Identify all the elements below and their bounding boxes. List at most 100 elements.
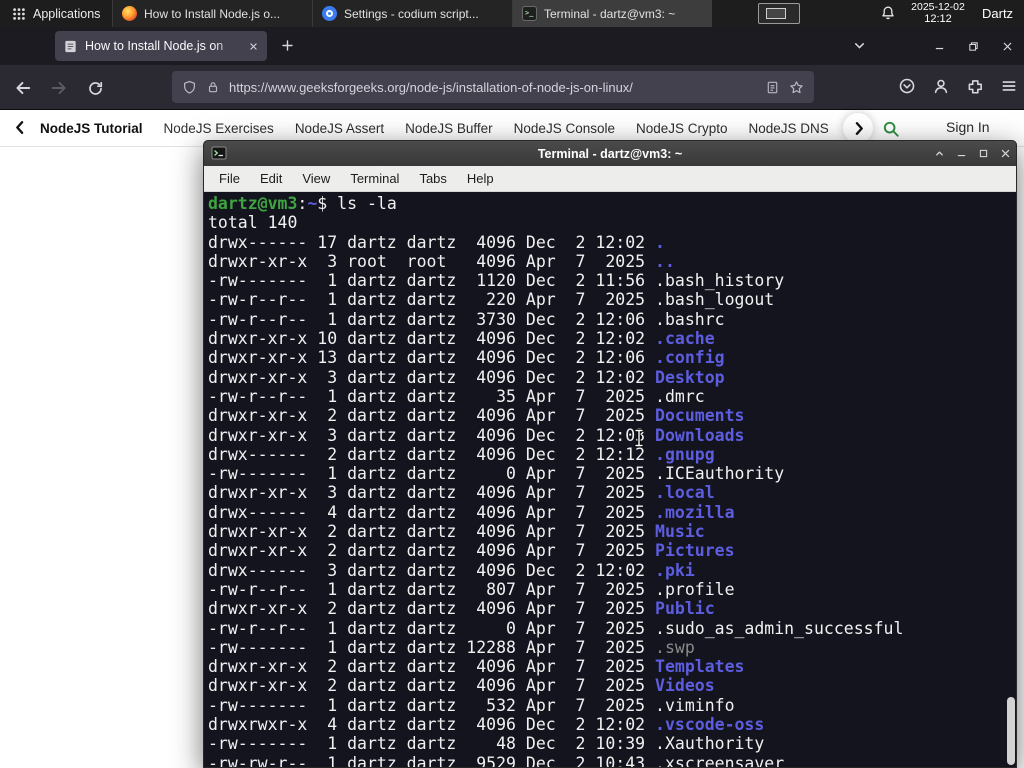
file-meta: -rw------- 1 dartz dartz 0 Apr 7 2025 <box>208 464 656 484</box>
site-nav-item[interactable]: NodeJS Buffer <box>405 121 493 136</box>
clock-date: 2025-12-02 <box>911 1 965 13</box>
terminal-titlebar[interactable]: Terminal - dartz@vm3: ~ <box>204 141 1016 166</box>
shield-icon[interactable] <box>182 80 197 95</box>
browser-tab[interactable]: How to Install Node.js on <box>55 31 267 61</box>
site-nav-item[interactable]: NodeJS Console <box>514 121 615 136</box>
file-name: . <box>655 232 665 252</box>
nav-scroll-right-icon[interactable] <box>843 113 873 143</box>
url-text[interactable]: https://www.geeksforgeeks.org/node-js/in… <box>229 80 756 95</box>
file-name: Pictures <box>655 541 735 561</box>
prompt-separator: : <box>297 194 308 213</box>
file-meta: -rw-r--r-- 1 dartz dartz 35 Apr 7 2025 <box>208 386 656 406</box>
prompt-user-host: dartz@vm3 <box>208 194 298 213</box>
file-meta: drwxr-xr-x 2 dartz dartz 4096 Apr 7 2025 <box>208 676 656 696</box>
terminal-output-line: -rw-r--r-- 1 dartz dartz 35 Apr 7 2025 .… <box>208 387 1016 406</box>
navigation-toolbar: https://www.geeksforgeeks.org/node-js/in… <box>0 65 1024 110</box>
taskbar: Applications How to Install Node.js o...… <box>0 0 1024 27</box>
terminal-prompt-line: dartz@vm3:~$ ls -la <box>208 194 1016 213</box>
notifications-bell-icon[interactable] <box>880 5 896 21</box>
terminal-output-line: -rw-rw-r-- 1 dartz dartz 9529 Dec 2 10:4… <box>208 754 1016 767</box>
workspace-switcher[interactable] <box>758 3 800 24</box>
user-menu[interactable]: Dartz <box>982 0 1013 27</box>
applications-label: Applications <box>33 6 101 21</box>
reader-view-icon[interactable] <box>765 80 780 95</box>
taskbar-window-button[interactable]: Terminal - dartz@vm3: ~ <box>512 0 712 27</box>
tab-close-icon[interactable] <box>248 41 259 52</box>
terminal-maximize-button[interactable] <box>978 148 989 159</box>
tab-favicon-icon <box>63 39 78 54</box>
terminal-menu-item[interactable]: Edit <box>250 166 292 192</box>
terminal-window-controls <box>934 141 1011 166</box>
reload-button[interactable] <box>80 73 110 103</box>
site-nav-item[interactable]: NodeJS Crypto <box>636 121 728 136</box>
forward-button[interactable] <box>44 73 74 103</box>
site-nav-item[interactable]: NodeJS DNS <box>749 121 829 136</box>
terminal-scrollbar[interactable] <box>1006 192 1016 767</box>
terminal-window-title: Terminal - dartz@vm3: ~ <box>537 146 683 161</box>
terminal-shade-button[interactable] <box>934 148 945 159</box>
site-nav-item[interactable]: NodeJS Exercises <box>164 121 274 136</box>
terminal-output-line: drwxr-xr-x 3 dartz dartz 4096 Apr 7 2025… <box>208 483 1016 502</box>
terminal-menu-item[interactable]: File <box>209 166 250 192</box>
back-button[interactable] <box>8 73 38 103</box>
file-meta: -rw-r--r-- 1 dartz dartz 3730 Dec 2 12:0… <box>208 309 656 329</box>
terminal-close-button[interactable] <box>1000 148 1011 159</box>
app-icon <box>322 6 337 21</box>
nav-scroll-left-icon[interactable] <box>12 119 29 136</box>
account-icon[interactable] <box>932 77 950 95</box>
window-restore-button[interactable] <box>956 27 990 65</box>
clock[interactable]: 2025-12-02 12:12 <box>906 1 970 25</box>
terminal-output-line: -rw-r--r-- 1 dartz dartz 807 Apr 7 2025 … <box>208 580 1016 599</box>
terminal-menu-item[interactable]: Help <box>457 166 504 192</box>
file-meta: -rw------- 1 dartz dartz 48 Dec 2 10:39 <box>208 734 656 754</box>
new-tab-button[interactable] <box>280 38 295 53</box>
applications-menu-button[interactable]: Applications <box>0 0 112 27</box>
terminal-menu-item[interactable]: View <box>292 166 340 192</box>
window-minimize-button[interactable] <box>922 27 956 65</box>
tab-bar: How to Install Node.js on <box>0 27 1024 65</box>
taskbar-window-button[interactable]: Settings - codium script... <box>312 0 512 27</box>
search-icon[interactable] <box>882 120 900 138</box>
lock-icon[interactable] <box>206 80 220 94</box>
browser-window-controls <box>922 27 1024 65</box>
file-name: Music <box>655 522 705 542</box>
terminal-output[interactable]: dartz@vm3:~$ ls -la total 140 drwx------… <box>204 192 1016 767</box>
tab-title: How to Install Node.js on <box>85 39 224 53</box>
sign-in-link[interactable]: Sign In <box>946 119 990 135</box>
terminal-output-line: drwxr-xr-x 3 dartz dartz 4096 Dec 2 12:0… <box>208 368 1016 387</box>
terminal-output-line: drwxr-xr-x 2 dartz dartz 4096 Apr 7 2025… <box>208 541 1016 560</box>
desktop: Applications How to Install Node.js o...… <box>0 0 1024 768</box>
menu-hamburger-icon[interactable] <box>1000 77 1018 95</box>
terminal-output-line: total 140 <box>208 213 298 233</box>
site-nav-item[interactable]: NodeJS Assert <box>295 121 384 136</box>
terminal-scrollbar-thumb[interactable] <box>1007 697 1015 765</box>
url-bar[interactable]: https://www.geeksforgeeks.org/node-js/in… <box>172 71 814 103</box>
file-name: .bash_history <box>655 271 785 291</box>
window-close-button[interactable] <box>990 27 1024 65</box>
file-meta: -rw------- 1 dartz dartz 1120 Dec 2 11:5… <box>208 271 656 291</box>
file-meta: -rw-r--r-- 1 dartz dartz 807 Apr 7 2025 <box>208 579 656 599</box>
file-name: .pki <box>655 560 695 580</box>
file-meta: drwx------ 17 dartz dartz 4096 Dec 2 12:… <box>208 232 656 252</box>
file-meta: drwxrwxr-x 4 dartz dartz 4096 Dec 2 12:0… <box>208 715 656 735</box>
file-name: Desktop <box>655 367 725 387</box>
file-name: .dmrc <box>655 386 705 406</box>
pocket-icon[interactable] <box>898 77 916 95</box>
file-name: .gnupg <box>655 444 715 464</box>
site-nav-item[interactable]: NodeJS Tutorial <box>40 121 143 136</box>
terminal-minimize-button[interactable] <box>956 148 967 159</box>
bookmark-star-icon[interactable] <box>789 80 804 95</box>
prompt-symbol: $ <box>317 194 338 213</box>
file-name: .vscode-oss <box>655 715 765 735</box>
terminal-output-line: drwx------ 4 dartz dartz 4096 Apr 7 2025… <box>208 503 1016 522</box>
terminal-menu-item[interactable]: Terminal <box>340 166 409 192</box>
file-meta: drwxr-xr-x 2 dartz dartz 4096 Apr 7 2025 <box>208 541 656 561</box>
file-name: .swp <box>655 637 695 657</box>
terminal-menu-item[interactable]: Tabs <box>409 166 456 192</box>
file-name: .config <box>655 348 725 368</box>
extensions-icon[interactable] <box>966 77 984 95</box>
applications-grid-icon <box>13 7 25 20</box>
taskbar-window-button[interactable]: How to Install Node.js o... <box>112 0 312 27</box>
list-tabs-chevron-icon[interactable] <box>852 38 867 53</box>
app-icon <box>522 6 537 21</box>
